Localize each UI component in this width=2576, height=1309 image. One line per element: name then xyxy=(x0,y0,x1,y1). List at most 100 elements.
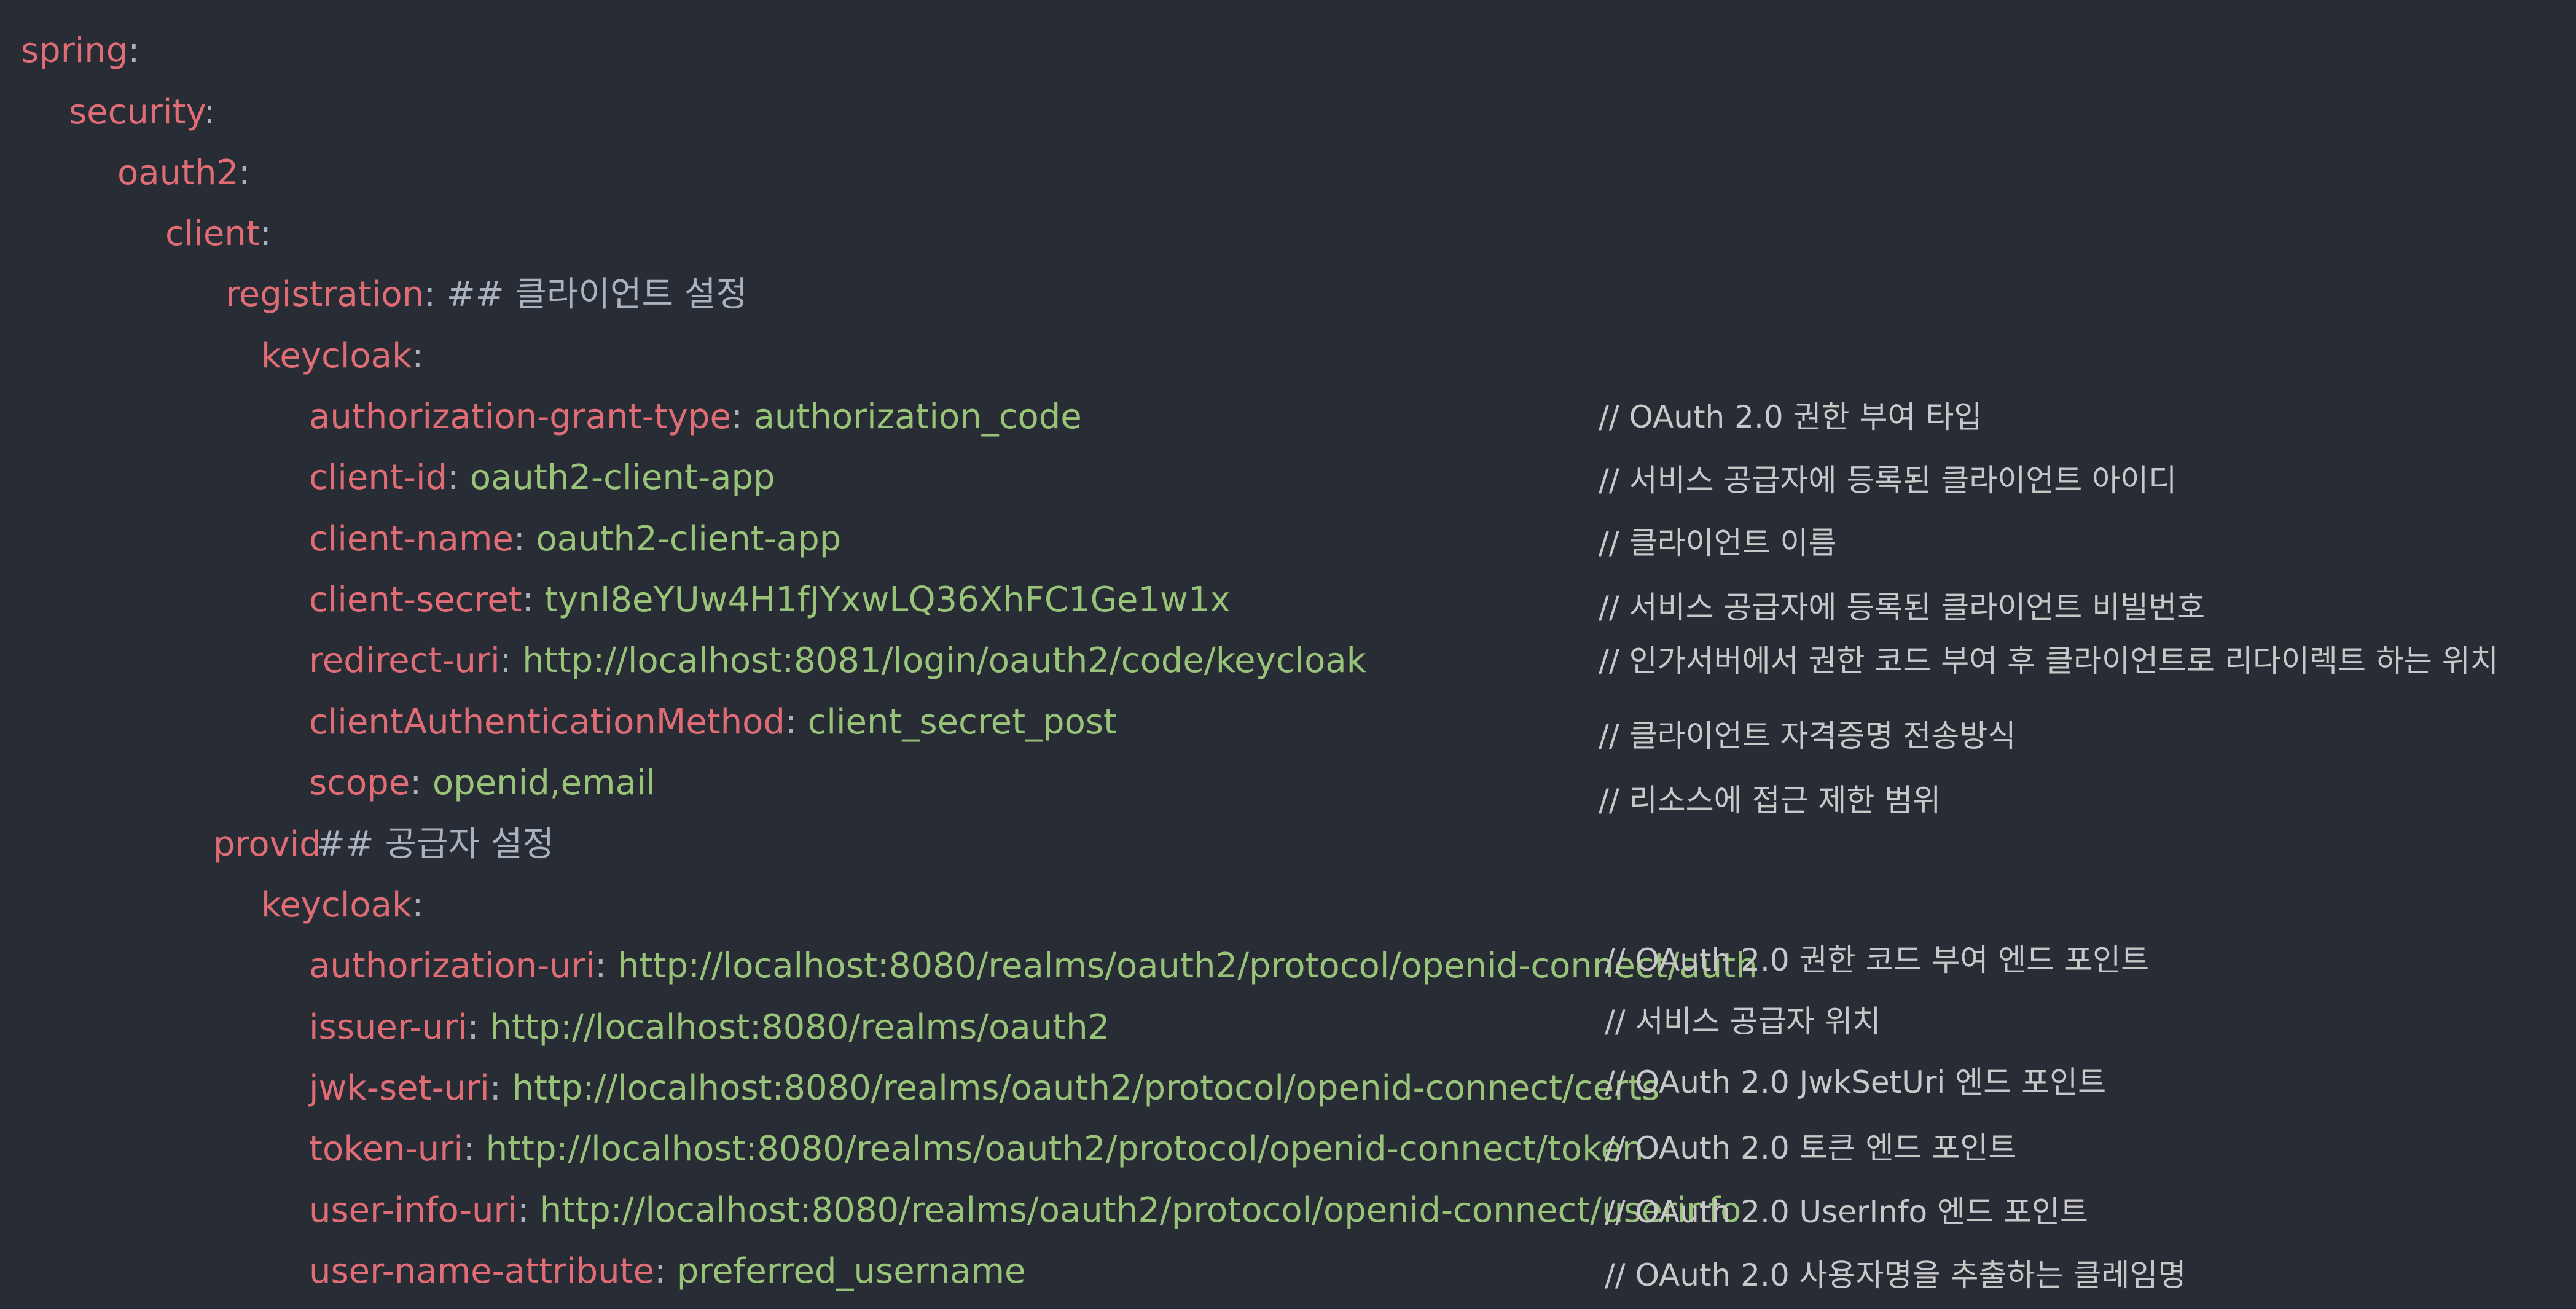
line-comment: // OAuth 2.0 권한 코드 부여 엔드 포인트 xyxy=(1605,942,2150,978)
code-line: registration: ## 클라이언트 설정 xyxy=(0,264,2576,326)
code-segment: spring: xyxy=(21,20,139,82)
yaml-value: tynI8eYUw4H1fJYxwLQ36XhFC1Ge1w1x xyxy=(544,580,1231,620)
line-comment: // OAuth 2.0 사용자명을 추출하는 클레임명 xyxy=(1605,1257,2186,1293)
yaml-comment: ## 공급자 설정 xyxy=(316,824,554,864)
yaml-key: client xyxy=(165,214,260,254)
code-line: clientAuthenticationMethod: client_secre… xyxy=(0,692,2576,754)
yaml-value: oauth2-client-app xyxy=(469,458,775,498)
line-comment: // OAuth 2.0 UserInfo 엔드 포인트 xyxy=(1605,1194,2088,1230)
code-line: keycloak: xyxy=(0,326,2576,387)
yaml-colon: : xyxy=(499,641,523,681)
line-comment: // 서비스 공급자 위치 xyxy=(1605,1004,1881,1039)
yaml-value: http://localhost:8080/realms/oauth2 xyxy=(490,1007,1110,1047)
yaml-key: clientAuthenticationMethod xyxy=(309,702,785,742)
code-line: scope: openid,email // 리소스에 접근 제한 범위 xyxy=(0,752,2576,818)
yaml-colon: : xyxy=(424,275,436,315)
code-line: user-name-attribute: preferred_username … xyxy=(0,1241,2576,1302)
yaml-value: openid,email xyxy=(432,763,656,803)
yaml-key: jwk-set-uri xyxy=(309,1068,490,1108)
yaml-key: token-uri xyxy=(309,1129,463,1169)
yaml-value: http://localhost:8081/login/oauth2/code/… xyxy=(522,641,1367,681)
yaml-key: security xyxy=(69,92,204,132)
code-segment: authorization-uri: http://localhost:8080… xyxy=(309,936,1758,997)
code-segment: scope: openid,email xyxy=(309,752,656,814)
yaml-colon: : xyxy=(654,1251,677,1291)
code-segment: user-name-attribute: preferred_username xyxy=(309,1241,1026,1302)
code-segment: oauth2: xyxy=(117,143,250,204)
yaml-key: spring xyxy=(21,31,128,71)
code-segment: client-secret: tynI8eYUw4H1fJYxwLQ36XhFC… xyxy=(309,569,1231,631)
line-comment: // OAuth 2.0 JwkSetUri 엔드 포인트 xyxy=(1605,1065,2107,1100)
line-comment: // 서비스 공급자에 등록된 클라이언트 아이디 xyxy=(1599,463,2177,498)
code-segment: keycloak: xyxy=(261,875,423,936)
code-segment: user-info-uri: http://localhost:8080/rea… xyxy=(309,1180,1741,1241)
yaml-colon: : xyxy=(730,397,754,437)
yaml-key: registration xyxy=(225,275,425,315)
yaml-key: oauth2 xyxy=(117,153,239,193)
yaml-colon: : xyxy=(410,763,433,803)
yaml-colon: : xyxy=(489,1068,512,1108)
code-line: client-id: oauth2-client-app // 서비스 공급자에… xyxy=(0,447,2576,509)
code-line: authorization-uri: http://localhost:8080… xyxy=(0,936,2576,997)
yaml-colon: : xyxy=(128,31,140,71)
yaml-key: client-name xyxy=(309,519,514,559)
code-editor: spring: security: oauth2: client: regist… xyxy=(0,0,2576,1309)
code-line: security: xyxy=(0,82,2576,143)
yaml-comment: ## 클라이언트 설정 xyxy=(435,275,748,315)
code-segment: token-uri: http://localhost:8080/realms/… xyxy=(309,1119,1644,1180)
code-line: jwk-set-uri: http://localhost:8080/realm… xyxy=(0,1058,2576,1119)
code-line: oauth2: xyxy=(0,143,2576,204)
yaml-value: preferred_username xyxy=(676,1251,1026,1291)
code-segment: clientAuthenticationMethod: client_secre… xyxy=(309,692,1117,753)
code-line: client-secret: tynI8eYUw4H1fJYxwLQ36XhFC… xyxy=(0,569,2576,631)
code-line: issuer-uri: http://localhost:8080/realms… xyxy=(0,997,2576,1058)
yaml-key: client-secret xyxy=(309,580,522,620)
yaml-colon: : xyxy=(522,580,545,620)
yaml-colon: : xyxy=(517,1190,540,1230)
code-segment: redirect-uri: http://localhost:8081/logi… xyxy=(309,630,1366,692)
code-segment: security: xyxy=(69,82,215,143)
yaml-value: oauth2-client-app xyxy=(536,519,842,559)
yaml-value: http://localhost:8080/realms/oauth2/prot… xyxy=(485,1129,1644,1169)
yaml-key: user-name-attribute xyxy=(309,1251,655,1291)
code-line: user-info-uri: http://localhost:8080/rea… xyxy=(0,1180,2576,1241)
code-segment: registration: ## 클라이언트 설정 xyxy=(225,264,748,326)
yaml-colon: : xyxy=(595,946,618,986)
yaml-value: http://localhost:8080/realms/oauth2/prot… xyxy=(617,946,1758,986)
yaml-value: http://localhost:8080/realms/oauth2/prot… xyxy=(539,1190,1742,1230)
code-segment: client: xyxy=(165,203,272,265)
yaml-key: redirect-uri xyxy=(309,641,500,681)
code-segment: jwk-set-uri: http://localhost:8080/realm… xyxy=(309,1058,1659,1119)
yaml-colon: : xyxy=(447,458,470,498)
code-line: authorization-grant-type: authorization_… xyxy=(0,386,2576,448)
yaml-value: authorization_code xyxy=(753,397,1082,437)
line-comment: // 서비스 공급자에 등록된 클라이언트 비빌번호 xyxy=(1599,590,2206,625)
yaml-colon: : xyxy=(203,92,216,132)
yaml-colon: : xyxy=(238,153,251,193)
yaml-key: user-info-uri xyxy=(309,1190,518,1230)
code-segment: provid## 공급자 설정 xyxy=(213,814,554,875)
yaml-key: scope xyxy=(309,763,410,803)
line-comment: // OAuth 2.0 토큰 엔드 포인트 xyxy=(1605,1130,2017,1166)
yaml-key: authorization-grant-type xyxy=(309,397,731,437)
yaml-colon: : xyxy=(467,1007,490,1047)
yaml-colon: : xyxy=(463,1129,486,1169)
yaml-colon: : xyxy=(412,885,424,925)
code-line: client-name: oauth2-client-app // 클라이언트 … xyxy=(0,509,2576,570)
code-segment: client-id: oauth2-client-app xyxy=(309,447,775,509)
yaml-colon: : xyxy=(259,214,272,254)
code-line: spring: xyxy=(0,20,2576,82)
code-line: token-uri: http://localhost:8080/realms/… xyxy=(0,1119,2576,1180)
code-line: keycloak: xyxy=(0,875,2576,936)
line-comment: // OAuth 2.0 권한 부여 타입 xyxy=(1599,399,1983,435)
code-segment: client-name: oauth2-client-app xyxy=(309,509,841,570)
yaml-value: http://localhost:8080/realms/oauth2/prot… xyxy=(512,1068,1660,1108)
yaml-key: client-id xyxy=(309,458,448,498)
yaml-colon: : xyxy=(513,519,536,559)
code-segment: issuer-uri: http://localhost:8080/realms… xyxy=(309,997,1110,1058)
code-line: redirect-uri: http://localhost:8081/logi… xyxy=(0,630,2576,692)
code-segment: authorization-grant-type: authorization_… xyxy=(309,386,1082,448)
code-segment: keycloak: xyxy=(261,326,423,387)
yaml-key: provid xyxy=(213,824,321,864)
yaml-key: authorization-uri xyxy=(309,946,595,986)
